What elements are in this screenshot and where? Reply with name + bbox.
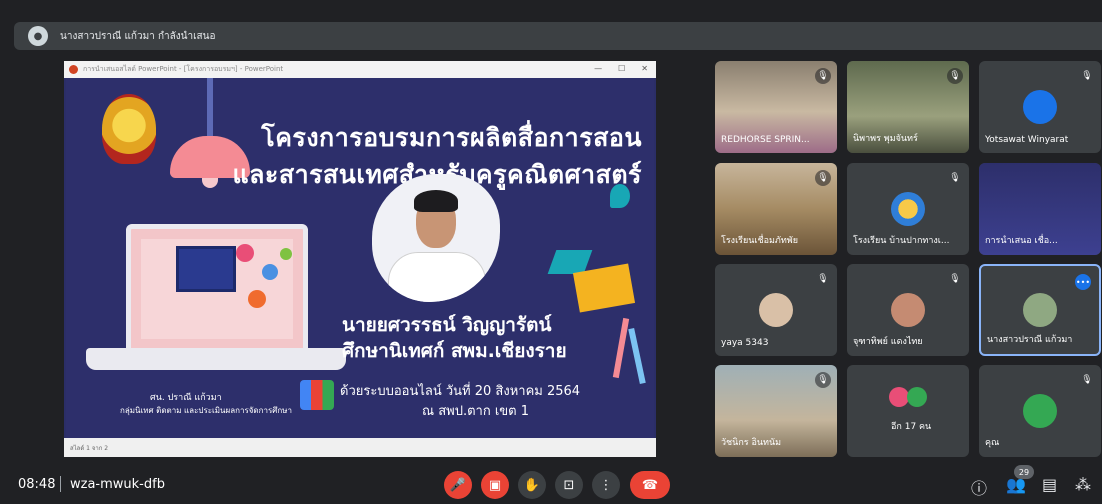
mic-off-icon: 🎤 <box>449 477 467 493</box>
slide-presenter-role: ศึกษานิเทศก์ สพม.เชียงราย <box>342 340 567 362</box>
window-controls: — ☐ ✕ <box>594 64 648 73</box>
mic-toggle-button[interactable]: 🎤 <box>444 471 472 499</box>
social-bubble-icon <box>236 244 254 262</box>
raise-hand-button[interactable]: ✋ <box>518 471 546 499</box>
photo-uniform <box>388 252 486 302</box>
lamp-bulb <box>202 178 218 188</box>
presenter-bar-text: นางสาวปราณี แก้วมา กำลังนำเสนอ <box>60 30 216 42</box>
ppt-statusbar: สไลด์ 1 จาก 2 <box>64 438 656 457</box>
chat-icon[interactable]: ▤ <box>1042 475 1057 494</box>
slide-location: ณ สพป.ตาก เขต 1 <box>422 404 530 419</box>
participant-tile[interactable]: 🎙 นิพาพร พุมจันทร์ <box>847 61 969 153</box>
participant-name: จุฑาทิพย์ แดงไทย <box>853 337 923 347</box>
participant-avatar <box>889 387 909 407</box>
self-avatar <box>1023 394 1057 428</box>
camera-toggle-button[interactable]: ▣ <box>481 471 509 499</box>
bottom-toolbar: 08:48 wza-mwuk-dfb 🎤 ▣ ✋ ⊡ ⋮ ☎ ⓘ 👥 29 ▤ … <box>0 465 1102 504</box>
presenter-photo <box>372 174 500 302</box>
participant-tile[interactable]: 🎙 Yotsawat Winyarat <box>979 61 1101 153</box>
social-bubble-icon <box>262 264 278 280</box>
laptop-base <box>86 348 346 370</box>
mic-off-icon: 🎙 <box>1081 71 1093 81</box>
decor-yellow-shape <box>572 263 636 313</box>
slide-title-line1: โครงการอบรมการผลิตสื่อการสอน <box>261 123 642 152</box>
participant-name: โรงเรียน บ้านปากทางเ... <box>853 236 950 246</box>
participant-name: yaya 5343 <box>721 338 769 348</box>
mic-off-icon: 🎙 <box>949 274 961 284</box>
toolbar-divider <box>60 476 61 492</box>
mic-off-icon: 🎙 <box>815 68 831 84</box>
participant-tile[interactable]: 🎙 วัชนิกร อินทนัม <box>715 365 837 457</box>
camera-off-icon: ▣ <box>488 477 502 493</box>
globe-icon <box>248 290 266 308</box>
slide-credit-name: ศน. ปราณี แก้วมา <box>150 393 222 403</box>
powerpoint-icon <box>69 65 78 74</box>
pencil-icon <box>612 317 630 379</box>
participant-tile[interactable]: การนำเสนอ เชื่อ... <box>979 163 1101 255</box>
presenter-bar: ● นางสาวปราณี แก้วมา กำลังนำเสนอ <box>14 22 1102 50</box>
activities-icon[interactable]: ⁂ <box>1075 475 1091 494</box>
end-call-button[interactable]: ☎ <box>630 471 670 499</box>
mic-off-icon: 🎙 <box>947 68 963 84</box>
more-participants-label: อีก 17 คน <box>891 422 932 432</box>
slide-credit-group: กลุ่มนิเทศ ติดตาม และประเมินผลการจัดการศ… <box>120 406 292 415</box>
present-button[interactable]: ⊡ <box>555 471 583 499</box>
mic-off-icon: 🎙 <box>817 274 829 284</box>
participant-tile[interactable]: 🎙 yaya 5343 <box>715 264 837 356</box>
info-icon[interactable]: ⓘ <box>971 475 987 499</box>
slide-online-date: ด้วยระบบออนไลน์ วันที่ 20 สิงหาคม 2564 <box>340 384 581 399</box>
participant-name: REDHORSE SPRIN... <box>721 135 810 145</box>
decor-drop <box>610 184 630 208</box>
participant-tile[interactable]: 🎙 โรงเรียนเชื่อมภัทพัย <box>715 163 837 255</box>
participant-tile[interactable]: 🎙 โรงเรียน บ้านปากทางเ... <box>847 163 969 255</box>
photo-hair <box>414 190 458 212</box>
shared-screen: การนำเสนอสไลด์ PowerPoint - [โครงการอบรม… <box>64 61 656 457</box>
present-icon: ⊡ <box>563 477 575 493</box>
raise-hand-icon: ✋ <box>523 477 541 493</box>
more-participants-tile[interactable]: อีก 17 คน <box>847 365 969 457</box>
meeting-code: wza-mwuk-dfb <box>70 477 165 492</box>
close-icon: ✕ <box>641 64 648 73</box>
more-icon: ⋮ <box>599 477 613 493</box>
slide: โครงการอบรมการผลิตสื่อการสอน และสารสนเทศ… <box>66 78 654 438</box>
participant-tile-active-speaker[interactable]: ••• นางสาวปราณี แก้วมา <box>979 264 1101 356</box>
participant-tile-self[interactable]: 🎙 คุณ <box>979 365 1101 457</box>
ppt-window-title: การนำเสนอสไลด์ PowerPoint - [โครงการอบรม… <box>83 65 284 73</box>
meeting-time: 08:48 <box>18 477 56 492</box>
ppt-titlebar: การนำเสนอสไลด์ PowerPoint - [โครงการอบรม… <box>64 61 656 78</box>
slide-counter: สไลด์ 1 จาก 2 <box>70 444 109 452</box>
lamp-cord <box>207 78 213 138</box>
speaking-indicator-icon: ••• <box>1075 274 1091 290</box>
participant-tile[interactable]: 🎙 จุฑาทิพย์ แดงไทย <box>847 264 969 356</box>
pen-icon <box>628 327 646 385</box>
more-options-button[interactable]: ⋮ <box>592 471 620 499</box>
participant-avatar <box>907 387 927 407</box>
minimize-icon: — <box>594 64 603 73</box>
mic-off-icon: 🎙 <box>1081 375 1093 385</box>
presenter-avatar: ● <box>28 26 48 46</box>
participant-name: นางสาวปราณี แก้วมา <box>987 335 1073 345</box>
participant-avatar <box>759 293 793 327</box>
participant-name: นิพาพร พุมจันทร์ <box>853 134 918 144</box>
participant-name: วัชนิกร อินทนัม <box>721 438 782 448</box>
participant-avatar <box>891 293 925 327</box>
maximize-icon: ☐ <box>618 64 626 73</box>
participant-name: โรงเรียนเชื่อมภัทพัย <box>721 236 798 246</box>
participant-count-badge: 29 <box>1014 465 1034 479</box>
mic-off-icon: 🎙 <box>815 372 831 388</box>
mic-off-icon: 🎙 <box>949 173 961 183</box>
school-seal-logo <box>102 94 156 164</box>
google-meet-icon <box>300 380 334 410</box>
social-bubble-icon <box>280 248 292 260</box>
mic-off-icon: 🎙 <box>815 170 831 186</box>
participant-avatar <box>1023 90 1057 124</box>
participant-name: คุณ <box>985 438 1000 448</box>
monitor-icon <box>176 246 236 292</box>
participant-avatar <box>891 192 925 226</box>
participant-name: Yotsawat Winyarat <box>985 135 1069 145</box>
participant-avatar <box>1023 293 1057 327</box>
end-call-icon: ☎ <box>641 477 659 493</box>
participant-name: การนำเสนอ เชื่อ... <box>985 236 1058 246</box>
participant-tile[interactable]: 🎙 REDHORSE SPRIN... <box>715 61 837 153</box>
